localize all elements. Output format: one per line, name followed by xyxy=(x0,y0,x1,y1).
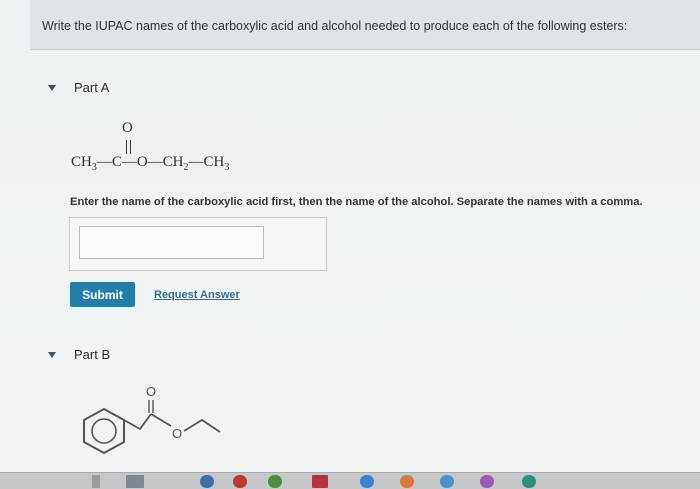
taskbar-icon[interactable] xyxy=(312,475,328,488)
part-a-prompt: Enter the name of the carboxylic acid fi… xyxy=(70,196,643,208)
carbonyl-oxygen-label: O xyxy=(146,384,156,399)
taskbar-icon[interactable] xyxy=(233,475,247,488)
part-b-header[interactable]: Part B xyxy=(48,347,110,362)
taskbar-icon[interactable] xyxy=(268,475,282,488)
request-answer-link[interactable]: Request Answer xyxy=(154,289,240,301)
submit-button[interactable]: Submit xyxy=(70,282,135,307)
aromatic-circle xyxy=(91,418,117,444)
benzene-ring xyxy=(83,407,125,455)
taskbar-icon[interactable] xyxy=(440,475,454,488)
formula-row: CH3—C—O—CH2—CH3 xyxy=(71,154,230,173)
ester-bond xyxy=(150,413,172,427)
taskbar-icon[interactable] xyxy=(126,475,144,488)
taskbar xyxy=(0,472,700,489)
ester-oxygen-label: O xyxy=(172,426,182,441)
part-b-structure: O O xyxy=(83,384,221,455)
taskbar-icon[interactable] xyxy=(480,475,494,488)
instruction-text: Write the IUPAC names of the carboxylic … xyxy=(42,19,628,33)
page: Write the IUPAC names of the carboxylic … xyxy=(0,0,700,489)
instruction-banner: Write the IUPAC names of the carboxylic … xyxy=(30,0,700,50)
taskbar-icon[interactable] xyxy=(522,475,536,488)
answer-input[interactable] xyxy=(79,226,264,259)
part-b-title: Part B xyxy=(74,347,111,362)
part-a-formula: O CH3—C—O—CH2—CH3 xyxy=(71,118,301,180)
caret-down-icon[interactable] xyxy=(48,84,56,91)
taskbar-icon[interactable] xyxy=(400,475,414,488)
ethyl-bonds xyxy=(183,418,221,433)
answer-container xyxy=(69,217,327,271)
taskbar-icon[interactable] xyxy=(360,475,374,488)
taskbar-icon[interactable] xyxy=(200,475,214,488)
double-bond xyxy=(126,140,131,154)
taskbar-icon[interactable] xyxy=(92,475,100,488)
part-a-header[interactable]: Part A xyxy=(48,80,109,95)
part-a-title: Part A xyxy=(74,80,110,95)
caret-down-icon[interactable] xyxy=(48,351,56,358)
carbonyl-oxygen: O xyxy=(122,120,133,136)
chain-bonds xyxy=(123,413,152,431)
